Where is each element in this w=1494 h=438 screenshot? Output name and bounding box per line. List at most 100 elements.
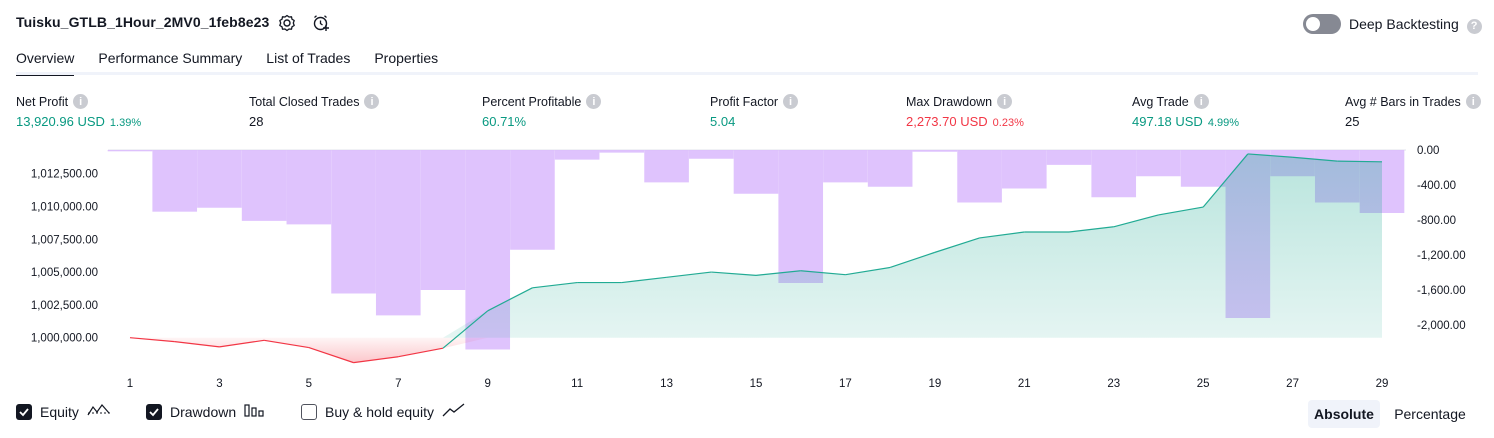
metric-label: Max Drawdown — [906, 94, 993, 109]
info-icon[interactable]: i — [783, 94, 799, 109]
drawdown-bar — [644, 150, 689, 183]
metric-label: Percent Profitable — [482, 94, 582, 109]
strategy-title: Tuisku_GTLB_1Hour_2MV0_1feb8e23 — [16, 14, 270, 30]
metric-value: 28 — [249, 114, 264, 129]
info-icon[interactable]: i — [1465, 94, 1481, 109]
legend-label: Drawdown — [170, 403, 237, 420]
settings-gear-icon[interactable] — [276, 12, 298, 34]
drawdown-bar — [420, 150, 466, 290]
info-icon[interactable]: i — [73, 94, 89, 109]
deep-backtesting-label: Deep Backtesting ? — [1349, 16, 1482, 34]
drawdown-checkbox[interactable] — [146, 403, 162, 420]
metric-label: Avg # Bars in Trades — [1345, 94, 1461, 109]
drawdown-bar — [867, 150, 913, 187]
left-axis-tick-label: 1,002,500.00 — [31, 300, 98, 312]
equity-checkbox[interactable] — [16, 403, 32, 420]
left-axis-tick-label: 1,000,000.00 — [31, 333, 98, 345]
equity-line-segment — [1337, 160, 1383, 163]
right-axis-tick-label: -2,000.00 — [1417, 320, 1466, 332]
drawdown-bar — [286, 150, 332, 225]
info-icon[interactable]: i — [997, 94, 1013, 109]
metric-percent: 0.23% — [992, 117, 1024, 129]
x-axis-tick-label: 1 — [127, 378, 133, 390]
metric-value: 13,920.96 USD — [16, 114, 105, 129]
x-axis-tick-label: 29 — [1376, 378, 1389, 390]
drawdown-bar — [1046, 150, 1092, 165]
metric-label: Total Closed Trades — [249, 94, 360, 109]
absolute-button[interactable]: Absolute — [1308, 400, 1380, 428]
equity-line-icon — [87, 402, 111, 421]
metric-avg-bars-in-trades: Avg # Bars in Trades i 25 — [1345, 94, 1481, 129]
legend-equity[interactable]: Equity — [16, 402, 111, 421]
metric-label: Profit Factor — [710, 94, 779, 109]
drawdown-bar — [912, 150, 958, 152]
x-axis-tick-label: 17 — [839, 378, 852, 390]
drawdown-bar — [241, 150, 287, 221]
drawdown-bar — [152, 150, 198, 212]
tab-divider — [16, 72, 1478, 75]
metric-percent: 4.99% — [1207, 117, 1240, 129]
metric-max-drawdown: Max Drawdown i 2,273.70 USD 0.23% — [906, 94, 1024, 129]
metric-label: Avg Trade — [1132, 94, 1189, 109]
drawdown-bar — [197, 150, 242, 208]
right-axis-tick-label: -800.00 — [1417, 215, 1456, 227]
metric-value: 5.04 — [710, 114, 736, 129]
x-axis-tick-label: 25 — [1197, 378, 1210, 390]
x-axis-tick-label: 3 — [216, 378, 222, 390]
percentage-button[interactable]: Percentage — [1386, 400, 1474, 428]
info-icon[interactable]: i — [364, 94, 380, 109]
metric-percent: 1.39% — [109, 117, 142, 129]
drawdown-bar — [688, 150, 734, 159]
right-axis-tick-label: -1,200.00 — [1417, 250, 1466, 262]
deep-backtesting-toggle[interactable] — [1303, 14, 1341, 34]
x-axis-tick-label: 11 — [571, 378, 583, 390]
legend-label: Buy & hold equity — [325, 403, 434, 420]
info-icon[interactable]: i — [1193, 94, 1209, 109]
x-axis-tick-label: 5 — [306, 378, 312, 390]
left-axis-tick-label: 1,005,000.00 — [31, 267, 98, 279]
left-axis-labels: 1,012,500.00 1,010,000.00 1,007,500.00 1,00… — [31, 169, 98, 345]
drawdown-bar — [1180, 150, 1226, 187]
add-alert-clock-icon[interactable] — [310, 12, 332, 34]
x-axis-tick-label: 13 — [660, 378, 673, 390]
metric-value: 25 — [1345, 114, 1360, 129]
legend-buy-hold-equity[interactable]: Buy & hold equity — [301, 402, 466, 421]
x-axis-tick-label: 15 — [750, 378, 763, 390]
left-axis-tick-label: 1,010,000.00 — [31, 201, 98, 213]
metric-net-profit: Net Profit i 13,920.96 USD 1.39% — [16, 94, 141, 129]
toggle-knob — [1306, 17, 1320, 31]
drawdown-bar — [778, 150, 824, 283]
legend-drawdown[interactable]: Drawdown — [146, 402, 266, 421]
drawdown-bar — [554, 150, 600, 160]
help-icon[interactable]: ? — [1466, 18, 1482, 34]
metric-value: 60.71% — [482, 114, 527, 129]
metric-label: Net Profit — [16, 94, 69, 109]
deep-backtesting-text: Deep Backtesting — [1349, 16, 1459, 32]
x-axis-labels: 1 3 5 7 9 11 13 15 17 19 21 23 25 27 29 — [127, 378, 1389, 390]
right-axis-tick-label: 0.00 — [1417, 145, 1439, 157]
drawdown-bars-icon — [244, 402, 266, 421]
x-axis-tick-label: 7 — [395, 378, 401, 390]
equity-drawdown-chart[interactable]: 1,012,500.00 1,010,000.00 1,007,500.00 1,00… — [0, 140, 1494, 395]
drawdown-bar — [1001, 150, 1047, 189]
x-axis-tick-label: 19 — [928, 378, 941, 390]
info-icon[interactable]: i — [586, 94, 602, 109]
metric-total-closed-trades: Total Closed Trades i 28 — [249, 94, 380, 129]
metric-value: 2,273.70 USD — [906, 114, 988, 129]
metric-avg-trade: Avg Trade i 497.18 USD 4.99% — [1132, 94, 1239, 129]
drawdown-bar — [1091, 150, 1137, 198]
x-axis-tick-label: 21 — [1018, 378, 1031, 390]
x-axis-tick-label: 27 — [1286, 378, 1299, 390]
right-axis-tick-label: -400.00 — [1417, 180, 1456, 192]
buy-hold-checkbox[interactable] — [301, 403, 317, 420]
legend-label: Equity — [40, 403, 79, 420]
drawdown-bar — [599, 150, 645, 153]
drawdown-bar — [375, 150, 421, 316]
right-axis-labels: 0.00 -400.00 -800.00 -1,200.00 -1,600.00 -2,0… — [1417, 145, 1466, 332]
drawdown-bar — [107, 150, 153, 152]
drawdown-bar — [1136, 150, 1181, 177]
right-axis-tick-label: -1,600.00 — [1417, 285, 1466, 297]
left-axis-tick-label: 1,007,500.00 — [31, 234, 98, 246]
drawdown-bar — [331, 150, 376, 294]
drawdown-bar — [733, 150, 779, 194]
